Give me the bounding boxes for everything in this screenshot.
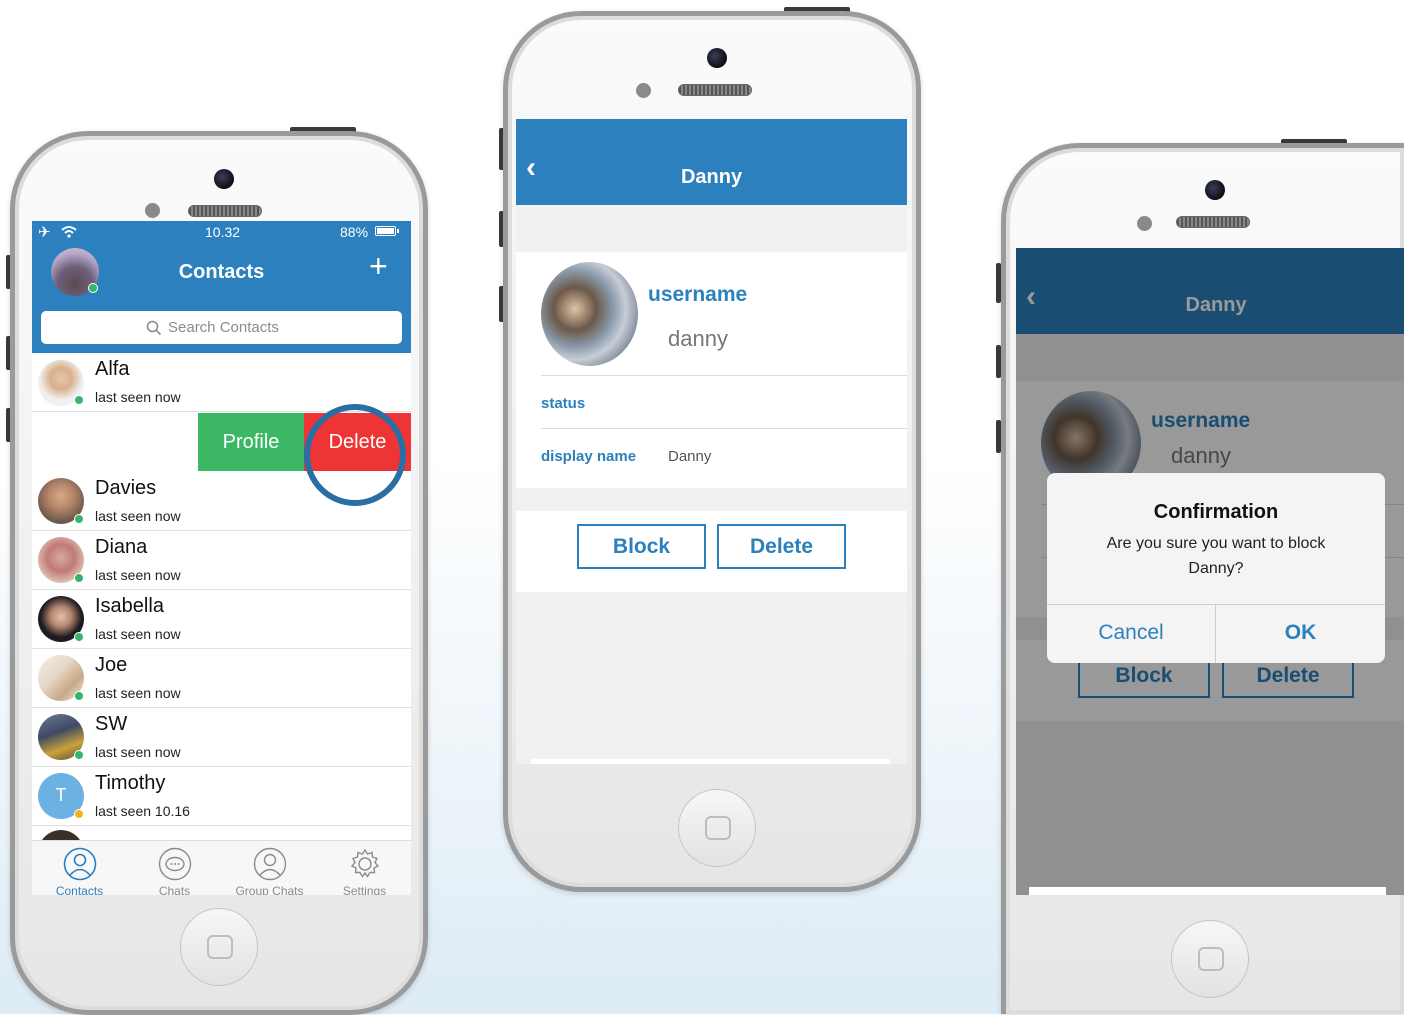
status-label: status (541, 395, 586, 412)
bottom-bar (531, 759, 890, 764)
contact-last-seen: last seen now (95, 508, 181, 524)
front-camera (214, 169, 234, 189)
proximity-sensor (145, 203, 160, 218)
profile-avatar (541, 262, 638, 366)
earpiece-speaker (188, 205, 262, 217)
contact-name: Diana (95, 536, 148, 558)
online-indicator (74, 750, 84, 760)
group-icon (253, 847, 287, 881)
airplane-icon: ✈ (38, 224, 51, 241)
contact-name: Isabella (95, 595, 164, 617)
proximity-sensor (636, 83, 651, 98)
plus-icon[interactable]: + (369, 248, 388, 285)
contact-last-seen: last seen now (95, 626, 181, 642)
confirmation-dialog: Confirmation Are you sure you want to bl… (1047, 473, 1385, 663)
online-indicator (74, 573, 84, 583)
dialog-message-line1: Are you sure you want to block (1106, 535, 1326, 552)
contact-last-seen: last seen now (95, 744, 181, 760)
tab-label: Group Chats (235, 884, 304, 895)
wifi-icon (61, 226, 77, 238)
page-title: Contacts (178, 261, 265, 283)
username-value: danny (668, 326, 728, 351)
screen-profile: ‹ Danny username danny status display na… (516, 119, 907, 764)
tab-label: Contacts (55, 884, 104, 895)
dialog-message-line2: Danny? (1188, 560, 1244, 577)
front-camera (1205, 180, 1225, 200)
tab-chats[interactable]: Chats (127, 841, 222, 895)
tab-label: Settings (342, 884, 387, 895)
online-indicator (74, 514, 84, 524)
online-indicator (88, 283, 98, 293)
block-button[interactable]: Block (577, 524, 706, 569)
divider (541, 375, 907, 376)
contact-name: Timothy (95, 772, 166, 794)
contacts-header: ✈ 10.32 88% Contacts + Search Contacts (32, 221, 411, 353)
ok-button[interactable]: OK (1216, 621, 1385, 645)
cancel-button[interactable]: Cancel (1047, 621, 1215, 645)
proximity-sensor (1137, 216, 1152, 231)
home-button[interactable] (1171, 920, 1249, 998)
contact-row-sw[interactable]: SW last seen now (32, 708, 411, 767)
person-icon (63, 847, 97, 881)
contact-name: Alfa (95, 358, 130, 380)
battery-percent: 88% (340, 224, 369, 240)
contact-last-seen: last seen 10.16 (95, 803, 190, 819)
search-placeholder: Search Contacts (168, 319, 279, 336)
display-name-value: Danny (668, 448, 712, 465)
tab-group-chats[interactable]: Group Chats (222, 841, 317, 895)
front-camera (707, 48, 727, 68)
gear-icon (350, 848, 380, 878)
phone-frame-confirmation: ‹ Danny username danny Block Delete Conf… (1001, 143, 1404, 1014)
contact-name: Davies (95, 477, 157, 499)
page-title: Danny (680, 166, 743, 188)
profile-card: username danny status display name Danny (516, 252, 907, 488)
search-input[interactable]: Search Contacts (41, 311, 402, 344)
tab-label: Chats (158, 884, 191, 895)
away-indicator (74, 809, 84, 819)
contact-name: Joe (95, 654, 128, 676)
dialog-title: Confirmation (1153, 501, 1279, 523)
profile-header: ‹ Danny (516, 119, 907, 205)
search-icon (146, 320, 162, 336)
phone-frame-profile: ‹ Danny username danny status display na… (503, 11, 921, 892)
display-name-label: display name (541, 448, 637, 465)
contact-row-diana[interactable]: Diana last seen now (32, 531, 411, 590)
screen-confirmation: ‹ Danny username danny Block Delete Conf… (1016, 248, 1404, 895)
earpiece-speaker (1176, 216, 1250, 228)
delete-button[interactable]: Delete (717, 524, 846, 569)
tab-settings[interactable]: Settings (317, 841, 411, 895)
contact-last-seen: last seen now (95, 685, 181, 701)
home-button[interactable] (678, 789, 756, 867)
tab-contacts[interactable]: Contacts (32, 841, 127, 895)
actions-card: Block Delete (516, 511, 907, 592)
contact-last-seen: last seen now (95, 567, 181, 583)
screen-contacts: ✈ 10.32 88% Contacts + Search Contacts A… (32, 221, 411, 895)
tab-bar: Contacts Chats Group Chats Settings (32, 840, 411, 895)
contact-row-joe[interactable]: Joe last seen now (32, 649, 411, 708)
online-indicator (74, 395, 84, 405)
contact-name: SW (95, 713, 128, 735)
phone-frame-contacts: ✈ 10.32 88% Contacts + Search Contacts A… (10, 131, 428, 1015)
home-button[interactable] (180, 908, 258, 986)
contact-row-timothy[interactable]: T Timothy last seen 10.16 (32, 767, 411, 826)
profile-action-button[interactable]: Profile (198, 413, 304, 471)
highlight-ring (304, 404, 406, 506)
divider (541, 428, 907, 429)
bottom-bar (1029, 887, 1386, 895)
contact-last-seen: last seen now (95, 389, 181, 405)
battery-icon (375, 226, 399, 236)
contact-row-isabella[interactable]: Isabella last seen now (32, 590, 411, 649)
chat-bubble-icon (158, 847, 192, 881)
online-indicator (74, 691, 84, 701)
status-time: 10.32 (205, 224, 241, 240)
divider (1047, 604, 1385, 605)
username-label: username (648, 283, 748, 306)
online-indicator (74, 632, 84, 642)
earpiece-speaker (678, 84, 752, 96)
